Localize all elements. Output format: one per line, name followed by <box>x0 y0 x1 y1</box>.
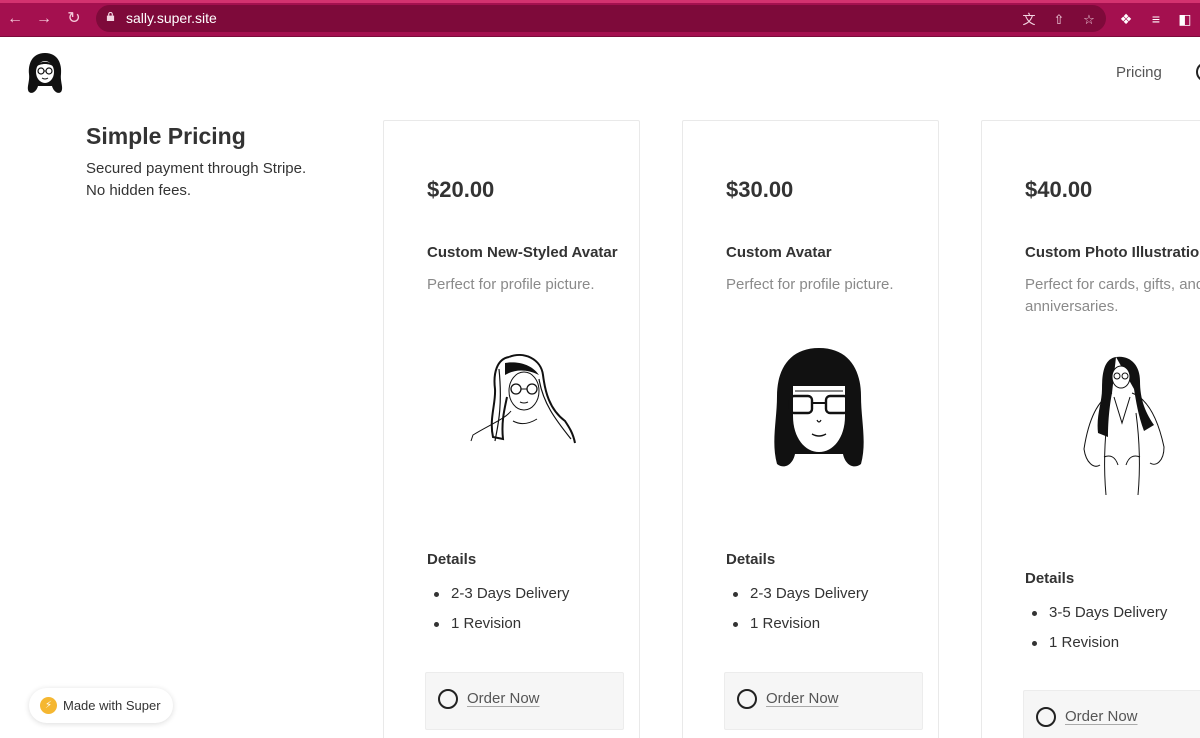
reload-icon[interactable]: ↻ <box>64 9 84 29</box>
extensions-puzzle-icon[interactable]: ❖ <box>1117 10 1135 28</box>
order-now-label[interactable]: Order Now <box>467 690 540 707</box>
pricing-card: $20.00 Custom New-Styled Avatar Perfect … <box>383 120 640 738</box>
card-price: $30.00 <box>726 177 794 202</box>
details-item: 1 Revision <box>1025 632 1167 662</box>
avatar-sketch-icon <box>470 354 576 444</box>
back-arrow-icon[interactable]: ← <box>5 9 25 29</box>
order-now-label[interactable]: Order Now <box>766 690 839 707</box>
subtitle-line: Secured payment through Stripe. <box>86 160 307 177</box>
details-item: 2-3 Days Delivery <box>726 583 868 613</box>
badge-label[interactable]: Made with Super <box>63 698 161 713</box>
pricing-card: $30.00 Custom Avatar Perfect for profile… <box>682 120 939 738</box>
card-description: Perfect for cards, gifts, and anniversar… <box>1025 276 1200 315</box>
page-title: Simple Pricing <box>86 123 246 149</box>
reading-list-icon[interactable]: ≡ <box>1147 10 1165 28</box>
avatar-bold-icon <box>774 348 864 467</box>
site-logo-avatar-icon[interactable] <box>24 50 66 96</box>
radio-circle-icon[interactable] <box>438 689 458 709</box>
order-now-button[interactable]: Order Now <box>1023 690 1200 738</box>
nav-menu-icon[interactable] <box>1196 62 1200 82</box>
card-description: Perfect for profile picture. <box>726 276 894 293</box>
order-now-button[interactable]: Order Now <box>724 672 923 730</box>
details-list: 2-3 Days Delivery 1 Revision <box>726 583 868 643</box>
card-title: Custom Avatar <box>726 244 832 261</box>
lock-icon <box>106 12 115 21</box>
lightning-bolt-icon: ⚡ <box>40 697 57 714</box>
details-item: 3-5 Days Delivery <box>1025 602 1167 632</box>
full-body-illustration-icon <box>1083 356 1165 496</box>
details-heading: Details <box>1025 570 1075 587</box>
card-price: $20.00 <box>427 177 495 202</box>
share-icon[interactable]: ⇧ <box>1051 12 1067 28</box>
radio-circle-icon[interactable] <box>1036 707 1056 727</box>
address-bar[interactable]: sally.super.site <box>96 5 1106 32</box>
subtitle-line: No hidden fees. <box>86 182 192 199</box>
card-title: Custom Photo Illustration <box>1025 244 1200 261</box>
details-item: 1 Revision <box>427 613 569 643</box>
details-heading: Details <box>726 551 776 568</box>
radio-circle-icon[interactable] <box>737 689 757 709</box>
bookmark-star-icon[interactable]: ☆ <box>1081 12 1097 28</box>
details-list: 3-5 Days Delivery 1 Revision <box>1025 602 1167 662</box>
order-now-label[interactable]: Order Now <box>1065 708 1138 725</box>
forward-arrow-icon[interactable]: → <box>34 9 54 29</box>
card-price: $40.00 <box>1025 177 1093 202</box>
details-heading: Details <box>427 551 477 568</box>
made-with-super-badge[interactable]: ⚡ Made with Super <box>29 688 173 723</box>
pricing-card: $40.00 Custom Photo Illustration Perfect… <box>981 120 1200 738</box>
translate-icon[interactable]: 文 <box>1021 12 1037 28</box>
url-text: sally.super.site <box>126 10 217 26</box>
tab-strip-edge <box>0 0 1200 3</box>
details-item: 2-3 Days Delivery <box>427 583 569 613</box>
details-list: 2-3 Days Delivery 1 Revision <box>427 583 569 643</box>
nav-pricing-link[interactable]: Pricing <box>1116 64 1162 81</box>
page-subtitle: Secured payment through Stripe. No hidde… <box>86 158 346 202</box>
order-now-button[interactable]: Order Now <box>425 672 624 730</box>
card-description: Perfect for profile picture. <box>427 276 595 293</box>
details-item: 1 Revision <box>726 613 868 643</box>
card-title: Custom New-Styled Avatar <box>427 244 618 261</box>
browser-toolbar: ← → ↻ sally.super.site 文 ⇧ ☆ ❖ ≡ ◧ <box>0 0 1200 37</box>
side-panel-icon[interactable]: ◧ <box>1176 10 1194 28</box>
